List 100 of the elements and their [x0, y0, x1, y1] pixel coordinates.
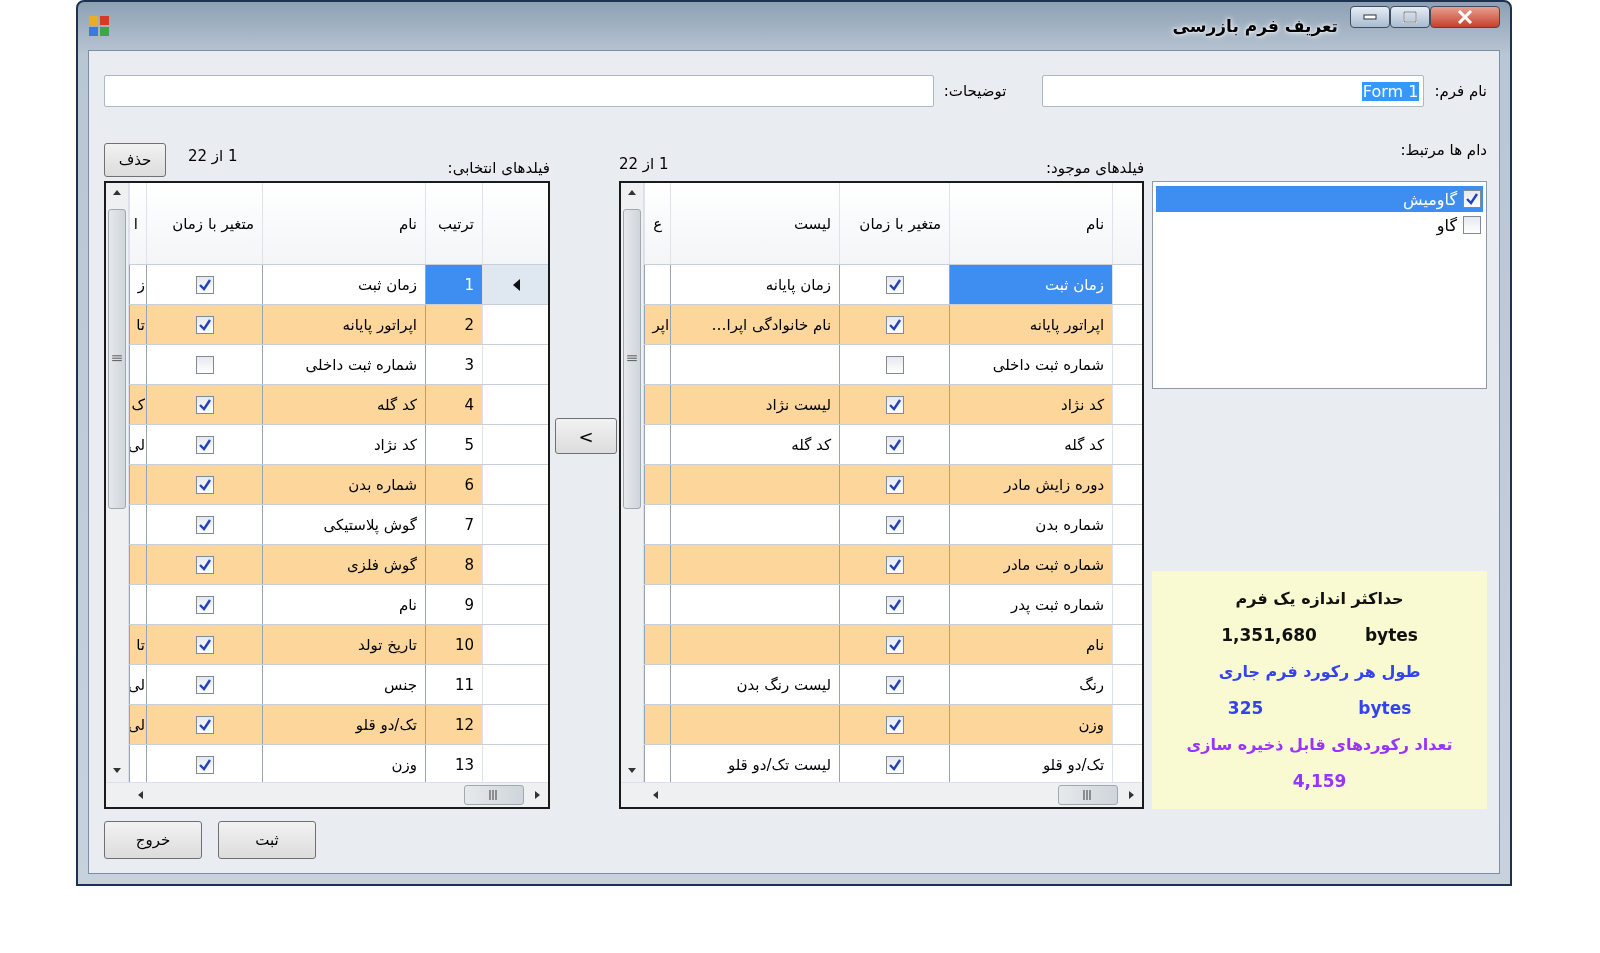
checkbox[interactable]: [1463, 216, 1481, 234]
list-item[interactable]: گاو: [1156, 212, 1483, 238]
arrow-left-icon[interactable]: [651, 790, 661, 800]
table-row[interactable]: شماره ثبت داخلی: [644, 345, 1143, 385]
checkbox[interactable]: [885, 275, 904, 294]
table-cell: تا: [129, 625, 146, 664]
table-row[interactable]: کد گله کد گله: [644, 425, 1143, 465]
vertical-scrollbar[interactable]: [106, 183, 129, 782]
table-cell: 11: [425, 665, 482, 704]
table-cell: 7: [425, 505, 482, 544]
arrow-up-icon[interactable]: [627, 188, 637, 198]
scrollbar-thumb[interactable]: [108, 209, 126, 509]
checkbox[interactable]: [885, 755, 904, 774]
value-text: 4,159: [1292, 770, 1347, 791]
arrow-up-icon[interactable]: [112, 188, 122, 198]
checkbox[interactable]: [885, 715, 904, 734]
table-cell: وزن: [949, 705, 1113, 744]
checkbox[interactable]: [195, 475, 214, 494]
table-cell: کد نژاد: [949, 385, 1113, 424]
table-cell: شماره بدن: [949, 505, 1113, 544]
record-counter: 1 از 22: [619, 155, 669, 173]
maximize-button[interactable]: [1390, 6, 1430, 28]
column-header[interactable]: متغیر با زمان: [146, 183, 262, 264]
checkbox[interactable]: [195, 675, 214, 694]
checkbox[interactable]: [885, 435, 904, 454]
dialog-button[interactable]: ثبت: [218, 821, 316, 859]
column-header[interactable]: نام: [262, 183, 425, 264]
table-row[interactable]: دوره زایش مادر: [644, 465, 1143, 505]
table-cell: تک/دو قلو: [262, 705, 425, 744]
table-row[interactable]: رنگ لیست رنگ بدن: [644, 665, 1143, 705]
close-icon: [1457, 10, 1473, 24]
checkbox[interactable]: [885, 515, 904, 534]
table-cell: زمان پایانه: [670, 265, 840, 304]
table-cell: 8: [425, 545, 482, 584]
table-row[interactable]: وزن: [644, 705, 1143, 745]
form-name-label: نام فرم:: [1434, 82, 1487, 100]
window-title: تعریف فرم بازرسی: [1172, 16, 1338, 36]
checkbox[interactable]: [885, 355, 904, 374]
column-header[interactable]: لیست: [670, 183, 840, 264]
checkbox[interactable]: [195, 755, 214, 774]
checkbox[interactable]: [885, 595, 904, 614]
checkbox[interactable]: [885, 315, 904, 334]
column-header[interactable]: ترتیب: [425, 183, 482, 264]
horizontal-scrollbar[interactable]: [106, 782, 548, 807]
description-field[interactable]: [104, 75, 934, 107]
scrollbar-thumb[interactable]: [464, 785, 524, 805]
checkbox[interactable]: [885, 675, 904, 694]
table-cell: 6: [425, 465, 482, 504]
table-cell: زمان ثبت: [262, 265, 425, 304]
checkbox[interactable]: [195, 355, 214, 374]
table-cell: رنگ: [949, 665, 1113, 704]
checkbox[interactable]: [195, 395, 214, 414]
value-text: 325: [1227, 697, 1264, 718]
table-cell: کد گله: [670, 425, 840, 464]
table-row[interactable]: اپراتور پایانه نام خانوادگی اپرا… اپر: [644, 305, 1143, 345]
scrollbar-thumb[interactable]: [1058, 785, 1119, 805]
move-button[interactable]: <: [555, 418, 617, 454]
checkbox[interactable]: [885, 395, 904, 414]
selected-fields-label: فیلدهای انتخابی:: [447, 159, 550, 177]
column-header[interactable]: ع: [644, 183, 671, 264]
table-cell: 3: [425, 345, 482, 384]
minimize-icon: [1363, 14, 1377, 20]
table-row[interactable]: نام: [644, 625, 1143, 665]
checkbox[interactable]: [195, 315, 214, 334]
checkbox[interactable]: [1463, 190, 1481, 208]
table-cell: شماره بدن: [262, 465, 425, 504]
arrow-left-icon[interactable]: [136, 790, 146, 800]
table-cell: اپراتور پایانه: [262, 305, 425, 344]
delete-button[interactable]: حذف: [104, 143, 166, 177]
table-row[interactable]: شماره ثبت پدر: [644, 585, 1143, 625]
checkbox[interactable]: [195, 715, 214, 734]
checkbox[interactable]: [195, 515, 214, 534]
table-row[interactable]: شماره بدن: [644, 505, 1143, 545]
checkbox[interactable]: [195, 555, 214, 574]
table-row[interactable]: شماره ثبت مادر: [644, 545, 1143, 585]
table-cell: ز: [129, 265, 146, 304]
column-header[interactable]: نام: [949, 183, 1113, 264]
checkbox[interactable]: [195, 275, 214, 294]
table-row[interactable]: زمان ثبت زمان پایانه: [644, 265, 1143, 305]
checkbox[interactable]: [885, 555, 904, 574]
dialog-button[interactable]: خروج: [104, 821, 202, 859]
checkbox[interactable]: [195, 595, 214, 614]
maximize-icon: [1403, 11, 1417, 23]
scrollbar-thumb[interactable]: [623, 209, 641, 509]
checkbox[interactable]: [195, 635, 214, 654]
column-header[interactable]: متغیر با زمان: [839, 183, 950, 264]
checkbox[interactable]: [885, 475, 904, 494]
horizontal-scrollbar[interactable]: [621, 782, 1143, 807]
unit-text: bytes: [1358, 697, 1412, 718]
vertical-scrollbar[interactable]: [621, 183, 644, 782]
checkbox[interactable]: [195, 435, 214, 454]
available-fields-label: فیلدهای موجود:: [1046, 159, 1145, 177]
column-header[interactable]: ا: [129, 183, 146, 264]
minimize-button[interactable]: [1350, 6, 1390, 28]
arrow-right-icon[interactable]: [532, 790, 542, 800]
table-cell: شماره ثبت داخلی: [262, 345, 425, 384]
checkbox[interactable]: [885, 635, 904, 654]
table-row[interactable]: کد نژاد لیست نژاد: [644, 385, 1143, 425]
value-text: 1,351,680: [1221, 625, 1317, 646]
close-button[interactable]: [1430, 6, 1500, 28]
